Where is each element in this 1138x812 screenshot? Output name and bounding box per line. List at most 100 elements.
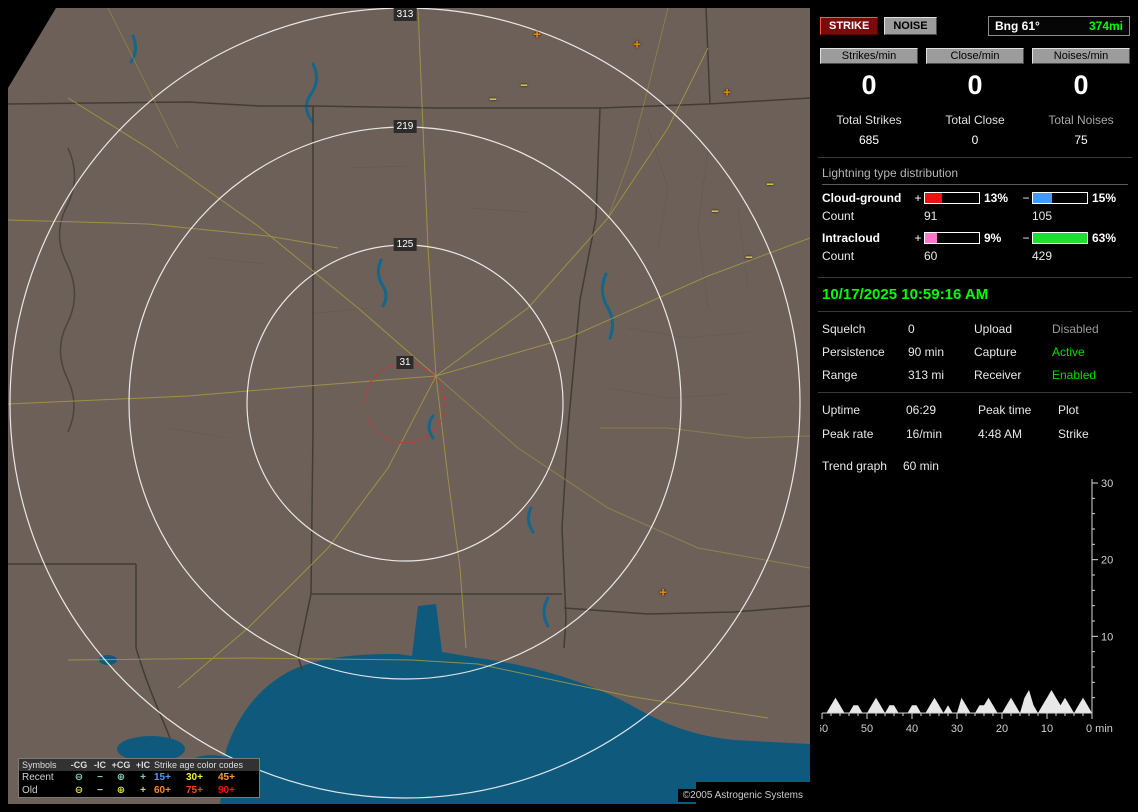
age-code: 45+ [218, 772, 250, 783]
ic-positive-bar [924, 232, 980, 244]
ic-positive-count: 60 [924, 249, 1032, 263]
strike-mode-button[interactable]: STRIKE [820, 17, 878, 35]
plus-sign: + [912, 191, 924, 205]
legend-symbols-header: Symbols [22, 760, 68, 770]
receiver-label: Receiver [974, 368, 1052, 382]
trend-graph-label: Trend graph [822, 459, 887, 473]
cg-positive-pct: 13% [980, 191, 1020, 205]
legend-recent-label: Recent [22, 772, 68, 783]
total-noises-label: Total Noises [1032, 105, 1130, 127]
trend-x-tick-label: 30 [951, 723, 963, 735]
range-label: Range [822, 368, 908, 382]
trend-x-tick-label: 10 [1041, 723, 1053, 735]
pos-cg-icon: ⊕ [110, 772, 132, 783]
neg-ic-icon: − [90, 785, 110, 796]
distribution-title: Lightning type distribution [822, 164, 1128, 185]
strike-marker: − [766, 177, 774, 192]
neg-ic-icon: − [90, 772, 110, 783]
trend-graph-header: Trend graph 60 min [818, 451, 1132, 475]
uptime-value: 06:29 [906, 403, 978, 417]
noises-per-min-value: 0 [1032, 64, 1130, 105]
cg-negative-count: 105 [1032, 209, 1128, 223]
squelch-label: Squelch [822, 322, 908, 336]
bearing-readout: Bng 61° 374mi [988, 16, 1130, 36]
close-per-min-value: 0 [926, 64, 1024, 105]
range-ring-label-219: 219 [394, 120, 417, 133]
distribution-section: Lightning type distribution Cloud-ground… [818, 157, 1132, 277]
legend-row-recent: Recent ⊖ − ⊕ + 15+ 30+ 45+ [19, 771, 259, 784]
plot-label: Plot [1058, 403, 1128, 417]
copyright-notice: ©2005 Astrogenic Systems [678, 789, 808, 802]
age-code: 15+ [154, 772, 186, 783]
age-code: 60+ [154, 785, 186, 796]
range-value: 313 mi [908, 368, 974, 382]
persistence-label: Persistence [822, 345, 908, 359]
lightning-map[interactable]: Symbols -CG -IC +CG +IC Strike age color… [8, 8, 810, 804]
trend-x-tick-label: 40 [906, 723, 918, 735]
close-column: Close/min 0 Total Close 0 [926, 48, 1024, 147]
strikes-per-min-button[interactable]: Strikes/min [820, 48, 918, 64]
range-ring-31 [365, 363, 445, 443]
strikes-per-min-value: 0 [820, 64, 918, 105]
neg-cg-icon: ⊖ [68, 772, 90, 783]
ic-negative-bar [1032, 232, 1088, 244]
total-close-value: 0 [926, 127, 1024, 147]
session-section: Uptime 06:29 Peak time Plot Peak rate 16… [818, 392, 1132, 451]
capture-label: Capture [974, 345, 1052, 359]
legend-col-pos-cg: +CG [110, 760, 132, 770]
noises-per-min-button[interactable]: Noises/min [1032, 48, 1130, 64]
legend-col-neg-cg: -CG [68, 760, 90, 770]
strike-marker: + [659, 585, 667, 600]
ic-positive-pct: 9% [980, 231, 1020, 245]
range-ring-label-31: 31 [396, 356, 413, 369]
peak-time-value: 4:48 AM [978, 427, 1058, 441]
uptime-label: Uptime [822, 403, 906, 417]
trend-x-tick-label: 20 [996, 723, 1008, 735]
trend-x-end-label: 0 min [1086, 723, 1113, 735]
cg-positive-count: 91 [924, 209, 1032, 223]
trend-window-value: 60 min [903, 459, 939, 473]
trend-x-tick-label: 60 [820, 723, 828, 735]
distance-value: 374mi [1089, 19, 1123, 33]
noise-mode-button[interactable]: NOISE [884, 17, 936, 35]
strike-marker: − [520, 78, 528, 93]
capture-status: Active [1052, 345, 1128, 359]
pos-cg-icon: ⊕ [110, 785, 132, 796]
squelch-value: 0 [908, 322, 974, 336]
range-ring-219 [129, 127, 681, 679]
strike-legend: Symbols -CG -IC +CG +IC Strike age color… [18, 758, 260, 798]
cloud-ground-label: Cloud-ground [822, 191, 912, 205]
legend-col-neg-ic: -IC [90, 760, 110, 770]
age-code: 90+ [218, 785, 250, 796]
strikes-column: Strikes/min 0 Total Strikes 685 [820, 48, 918, 147]
bearing-value: Bng 61° [995, 19, 1040, 33]
total-close-label: Total Close [926, 105, 1024, 127]
trend-y-tick-label: 20 [1101, 555, 1113, 567]
cg-negative-pct: 15% [1088, 191, 1128, 205]
trend-y-tick-label: 10 [1101, 631, 1113, 643]
plot-mode-value: Strike [1058, 427, 1128, 441]
trend-y-tick-label: 30 [1101, 478, 1113, 490]
peak-rate-value: 16/min [906, 427, 978, 441]
datetime-display: 10/17/2025 10:59:16 AM [822, 286, 1128, 303]
trend-graph: 1020306050403020100 min [818, 475, 1132, 742]
legend-header: Symbols -CG -IC +CG +IC Strike age color… [19, 759, 259, 771]
count-label: Count [822, 209, 924, 223]
strike-marker: − [711, 204, 719, 219]
status-section: Squelch 0 Upload Disabled Persistence 90… [818, 311, 1132, 392]
legend-col-pos-ic: +IC [132, 760, 154, 770]
upload-status: Disabled [1052, 322, 1128, 336]
rate-counters: Strikes/min 0 Total Strikes 685 Close/mi… [818, 40, 1132, 157]
legend-age-header: Strike age color codes [154, 760, 250, 770]
close-per-min-button[interactable]: Close/min [926, 48, 1024, 64]
plus-sign: + [912, 231, 924, 245]
strike-marker: − [489, 92, 497, 107]
minus-sign: − [1020, 191, 1032, 205]
intracloud-row: Intracloud + 9% − 63% [822, 231, 1128, 245]
upload-label: Upload [974, 322, 1052, 336]
range-ring-label-125: 125 [394, 238, 417, 251]
range-ring-label-313: 313 [394, 8, 417, 21]
intracloud-label: Intracloud [822, 231, 912, 245]
receiver-status: Enabled [1052, 368, 1128, 382]
range-ring-125 [247, 245, 563, 561]
